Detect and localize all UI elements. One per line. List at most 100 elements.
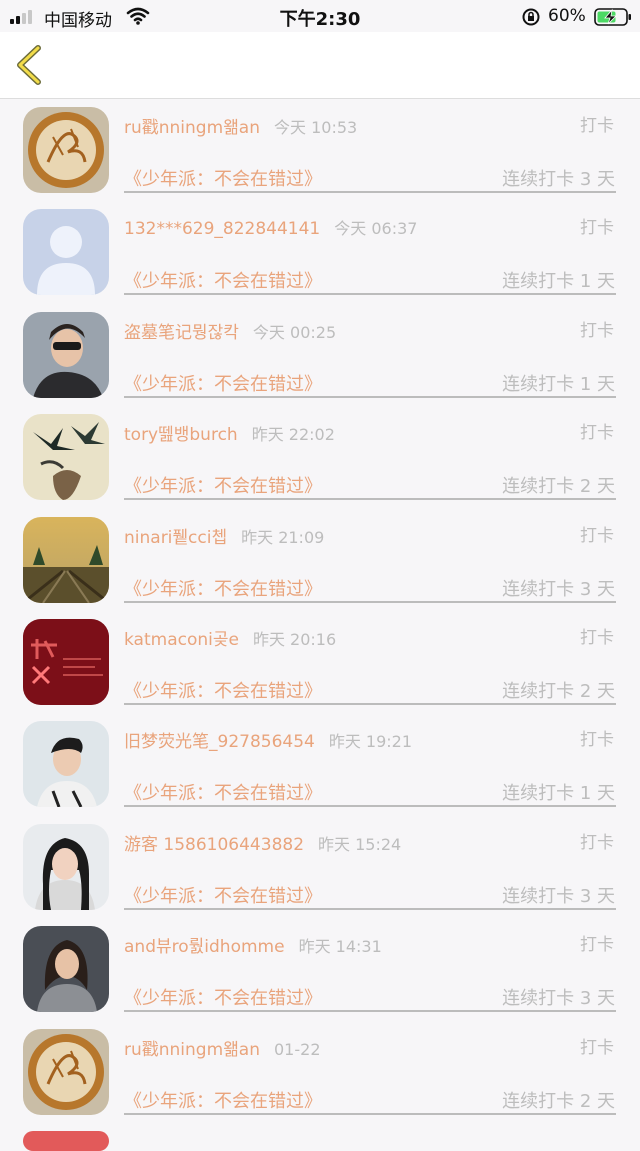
checkin-label: 打卡 [580,1037,614,1058]
divider [124,293,616,296]
checkin-label: 打卡 [580,832,614,853]
woman-dark-avatar-image [23,926,109,1013]
streak-count: 连续打卡 3 天 [502,988,615,1010]
book-title-link[interactable]: 《少年派：不会在错过》 [124,575,322,601]
checkin-label: 打卡 [580,116,614,136]
streak-count: 连续打卡 3 天 [502,169,615,190]
checkin-time: 昨天 19:21 [328,732,413,752]
user-name-text: 盗墓笔记뭥잖칵 [124,322,239,343]
streak-count: 连续打卡 3 天 [502,578,615,600]
checkin-time: 昨天 20:16 [252,629,337,649]
book-title-link[interactable]: 《少年派：不会在错过》 [124,779,322,805]
user-name-text: 132***629_822844141 [124,219,321,240]
user-name-text: 旧梦荧光笔_927856454 [124,732,315,753]
checkin-label: 打卡 [580,423,614,444]
streak-count: 连续打卡 1 天 [502,783,615,805]
avatar[interactable] [23,311,109,398]
list-item[interactable]: katmaconi곶e 昨天 20:16 打卡 《少年派：不会在错过》 连续打卡 … [0,611,640,713]
streak-count: 连续打卡 1 天 [502,271,615,293]
book-title-link[interactable]: 《少年派：不会在错过》 [124,165,322,191]
user-name[interactable]: 游客 1586106443882 昨天 15:24 [124,830,401,855]
list-item[interactable]: ru戳nningm왦an 今天 10:53 打卡 《少年派：不会在错过》 连续打卡… [0,99,640,201]
checkin-time: 昨天 14:31 [298,937,382,957]
divider [124,702,616,705]
user-name-text: ru戳nningm왦an [124,1039,260,1060]
checkin-time: 昨天 15:24 [318,834,402,854]
streak-count: 连续打卡 2 天 [502,476,615,498]
avatar[interactable] [23,823,109,910]
checkin-label: 打卡 [580,320,614,341]
latte-art-avatar-image [23,107,109,193]
user-name[interactable]: 132***629_822844141 今天 06:37 [124,215,417,239]
user-name-text: tory뗊뱅burch [124,425,238,446]
divider [124,191,616,193]
user-name[interactable]: ru戳nningm왦an 01-22 [124,1035,321,1060]
checkin-label: 打卡 [580,627,614,648]
list-item[interactable]: and뷰ro뤐idhomme 昨天 14:31 打卡 《少年派：不会在错过》 连续… [0,918,640,1020]
book-title-link[interactable]: 《少年派：不会在错过》 [124,370,322,396]
swallows-avatar-image [23,414,109,501]
user-name[interactable]: 盗墓笔记뭥잖칵 今天 00:25 [124,318,336,343]
red-text-avatar-image [23,618,109,705]
navigation-bar [0,32,640,99]
avatar[interactable] [23,1028,109,1115]
divider [124,600,616,603]
user-name[interactable]: ninari퓉cci쳅 昨天 21:09 [124,523,324,548]
user-name[interactable]: and뷰ro뤐idhomme 昨天 14:31 [124,932,382,957]
avatar[interactable] [23,414,109,501]
back-button[interactable] [10,42,50,88]
default-person-avatar-image [23,209,109,296]
status-bar: 中国移动 下午2:30 60% [0,0,640,32]
book-title-link[interactable]: 《少年派：不会在错过》 [124,267,322,293]
book-title-link[interactable]: 《少年派：不会在错过》 [124,472,322,498]
checkin-label: 打卡 [580,525,614,546]
user-name[interactable]: katmaconi곶e 昨天 20:16 [124,625,336,650]
divider [124,498,616,501]
orientation-lock-icon [522,8,540,26]
avatar[interactable] [23,107,109,193]
list-item[interactable]: tory뗊뱅burch 昨天 22:02 打卡 《少年派：不会在错过》 连续打卡 … [0,406,640,508]
avatar[interactable] [23,926,109,1013]
man-sunglasses-avatar-image [23,311,109,398]
divider [124,907,616,910]
checkin-label: 打卡 [580,935,614,956]
divider [124,805,616,808]
latte-art-avatar-image [23,1028,109,1115]
user-name[interactable]: ru戳nningm왦an 今天 10:53 [124,113,357,138]
list-item[interactable]: ru戳nningm왦an 01-22 打卡 《少年派：不会在错过》 连续打卡 2 … [0,1021,640,1123]
checkin-time: 昨天 21:09 [241,527,325,547]
battery-charging-icon [594,8,631,26]
avatar[interactable] [23,1131,109,1151]
checkin-time: 今天 06:37 [334,219,418,239]
checkin-time: 今天 00:25 [252,322,337,342]
avatar[interactable] [23,209,109,296]
list-item[interactable]: 盗墓笔记뭥잖칵 今天 00:25 打卡 《少年派：不会在错过》 连续打卡 1 天 [0,304,640,406]
user-name-text: 游客 1586106443882 [124,834,305,855]
list-item[interactable]: 132***629_822844141 今天 06:37 打卡 《少年派：不会在错… [0,201,640,303]
status-time: 下午2:30 [279,9,361,30]
railway-avatar-image [23,516,109,603]
user-name-text: katmaconi곶e [124,629,239,650]
book-title-link[interactable]: 《少年派：不会在错过》 [124,882,322,908]
book-title-link[interactable]: 《少年派：不会在错过》 [124,984,322,1010]
list-item[interactable]: ninari퓉cci쳅 昨天 21:09 打卡 《少年派：不会在错过》 连续打卡 … [0,509,640,611]
streak-count: 连续打卡 2 天 [502,1090,615,1112]
book-title-link[interactable]: 《少年派：不会在错过》 [124,1087,322,1113]
user-name[interactable]: 旧梦荧光笔_927856454 昨天 19:21 [124,727,412,752]
avatar[interactable] [23,721,109,808]
book-title-link[interactable]: 《少年派：不会在错过》 [124,677,322,703]
checkin-time: 昨天 22:02 [251,425,335,445]
list-item[interactable]: 旧梦荧光笔_927856454 昨天 19:21 打卡 《少年派：不会在错过》 连… [0,713,640,815]
list-item[interactable]: 游客 1586106443882 昨天 15:24 打卡 《少年派：不会在错过》 … [0,816,640,918]
chevron-left-icon [17,45,41,85]
battery-percent: 60% [548,6,586,26]
divider [124,1010,616,1013]
checkin-list: ru戳nningm왦an 今天 10:53 打卡 《少年派：不会在错过》 连续打卡… [0,99,640,1123]
user-name-text: ru戳nningm왦an [124,118,260,138]
avatar[interactable] [23,516,109,603]
streak-count: 连续打卡 2 天 [502,680,615,702]
user-name[interactable]: tory뗊뱅burch 昨天 22:02 [124,420,335,445]
checkin-time: 今天 10:53 [274,118,358,137]
avatar[interactable] [23,618,109,705]
user-name-text: and뷰ro뤐idhomme [124,937,285,958]
